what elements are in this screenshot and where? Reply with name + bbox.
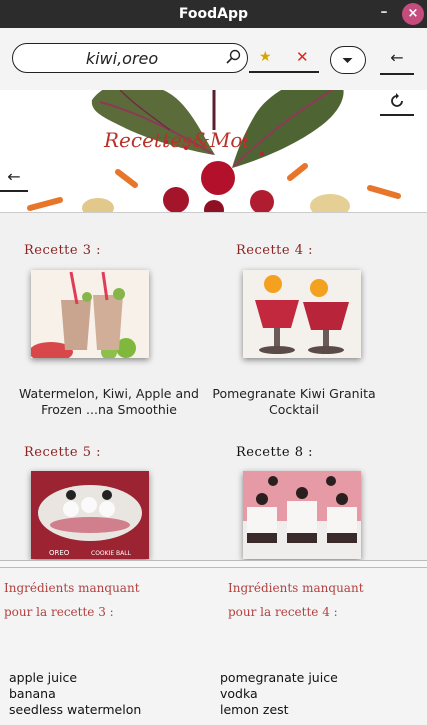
recipe-thumbnail-cookie-ball[interactable]: OREO COOKIE BALL [31, 471, 149, 559]
window-title: FoodApp [178, 6, 249, 22]
ingredient-item: lemon zest [220, 702, 289, 717]
clear-icon[interactable]: ✕ [296, 48, 309, 66]
minimize-button[interactable]: – [377, 4, 391, 22]
magnifier-icon[interactable] [223, 48, 243, 68]
recipe-label: Recette 4 : [236, 243, 314, 258]
search-input[interactable] [27, 47, 217, 69]
smoothie-image [31, 270, 149, 358]
recipe-label: Recette 5 : [24, 445, 102, 460]
foodapp-window: FoodApp – × Recettes&Moi kiwi,oreo ★ ✕ ←… [0, 0, 427, 725]
section-divider [0, 560, 427, 568]
chevron-down-icon [342, 58, 353, 63]
back-button-top[interactable]: ← [380, 43, 414, 75]
banner-image: Recettes&Moi [0, 70, 427, 212]
search-box [12, 43, 248, 73]
toolbar: ★ ✕ ← [0, 28, 427, 90]
ingredient-item: apple juice [9, 670, 78, 685]
ingredient-item: vodka [220, 686, 258, 701]
missing-heading-line1: Ingrédients manquant [4, 581, 140, 595]
recipe-thumbnail-granita[interactable] [243, 270, 361, 358]
refresh-button[interactable] [380, 86, 414, 116]
close-window-button[interactable]: × [402, 3, 424, 25]
back-button-left[interactable]: ← [0, 162, 28, 192]
favorite-group: ★ ✕ [249, 45, 319, 73]
cookie-ball-image: OREO COOKIE BALL [31, 471, 149, 559]
recipe-thumbnail-oreo-cheesecake[interactable] [243, 471, 361, 559]
recipe-grid: Recette 3 : Watermelon, Kiwi, Apple and … [0, 212, 427, 560]
ingredient-item: seedless watermelon [9, 702, 142, 717]
missing-ingredients-list: pomegranate juice vodka lemon zest [220, 670, 338, 718]
missing-ingredients-list: apple juice banana seedless watermelon [9, 670, 141, 718]
missing-heading-line1: Ingrédients manquant [228, 581, 364, 595]
recipe-title[interactable]: Pomegranate Kiwi Granita Cocktail [199, 386, 389, 418]
missing-heading-line2: pour la recette 4 : [228, 605, 338, 619]
recipe-title[interactable]: Watermelon, Kiwi, Apple and Frozen ...na… [14, 386, 204, 418]
missing-ingredients-panel: Ingrédients manquant pour la recette 3 :… [0, 568, 427, 725]
thumb-cookie-ball-text: COOKIE BALL [91, 550, 132, 557]
missing-heading-line2: pour la recette 3 : [4, 605, 114, 619]
app-logo: Recettes&Moi [104, 128, 249, 152]
recipe-label: Recette 8 : [236, 445, 314, 460]
options-dropdown[interactable] [330, 46, 366, 74]
recipe-thumbnail-smoothie[interactable] [31, 270, 149, 358]
thumb-oreo-text: OREO [49, 549, 70, 557]
ingredient-item: banana [9, 686, 56, 701]
oreo-cheesecake-image [243, 471, 361, 559]
ingredient-item: pomegranate juice [220, 670, 338, 685]
title-bar: FoodApp – × [0, 0, 427, 28]
recipe-label: Recette 3 : [24, 243, 102, 258]
refresh-icon [391, 93, 403, 107]
star-icon[interactable]: ★ [259, 49, 272, 65]
granita-image [243, 270, 361, 358]
